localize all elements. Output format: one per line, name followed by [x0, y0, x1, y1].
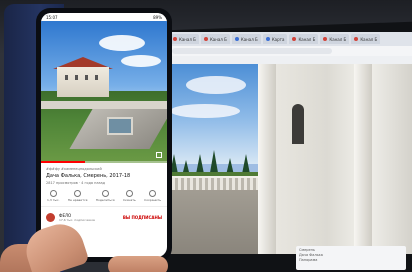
phone-screen: 15:07 89% #ф#фу #каменецподольский Дача … [41, 13, 167, 257]
browser-tab[interactable]: Канал Б [351, 34, 381, 44]
pond [107, 117, 133, 135]
tab-favicon-icon [354, 37, 359, 41]
browser-tab[interactable]: Канал Б [200, 34, 230, 44]
browser-tab[interactable]: Канал Б [170, 34, 199, 44]
cloud [170, 104, 240, 118]
video-title: Дача Фалька, Смерень, 2017-18 [46, 173, 131, 179]
status-bar: 15:07 89% [41, 13, 167, 21]
like-button[interactable]: 1,3 тыс. [47, 190, 59, 202]
channel-avatar[interactable] [46, 213, 55, 222]
video-progress-bar[interactable] [41, 161, 167, 163]
castle-window [95, 75, 98, 80]
tab-favicon-icon [323, 37, 328, 41]
thumbs-down-icon [74, 190, 82, 197]
video-actions: 1,3 тыс. Не нравится Поделиться Скачать … [41, 185, 167, 202]
castle [57, 67, 109, 97]
fullscreen-icon[interactable] [156, 152, 162, 158]
browser-tab[interactable]: Карта [262, 34, 288, 44]
channel-row: ФЕЛО 17,6 тыс. подписчиков ВЫ ПОДПИСАНЫ [41, 206, 167, 222]
panorama-view[interactable] [166, 64, 412, 254]
hand-finger [108, 256, 168, 272]
status-time: 15:07 [46, 14, 58, 20]
photo-scene: Канал Б Канал Б Канал Б Карта Канал Б Ка… [0, 0, 412, 272]
download-icon [125, 190, 133, 197]
tab-favicon-icon [292, 37, 297, 41]
subscribe-button[interactable]: ВЫ ПОДПИСАНЫ [123, 215, 162, 220]
channel-subscribers: 17,6 тыс. подписчиков [59, 218, 95, 222]
building-column [354, 64, 372, 254]
castle-window [75, 75, 78, 80]
cloud [121, 55, 161, 67]
share-icon [101, 190, 109, 197]
channel-info: ФЕЛО 17,6 тыс. подписчиков [59, 213, 119, 222]
arched-window [292, 104, 304, 144]
video-player[interactable] [41, 21, 167, 163]
cloud [186, 76, 246, 94]
white-building [258, 64, 412, 254]
tab-favicon-icon [234, 37, 239, 41]
map-info-panel: Смерень Дача Фалька Панорама [296, 246, 406, 270]
bookmarks-bar [166, 56, 412, 64]
browser-tab[interactable]: Канал Б [231, 34, 261, 44]
castle-window [85, 75, 88, 80]
address-field[interactable] [172, 48, 332, 54]
thumbs-up-icon [49, 190, 57, 197]
save-button[interactable]: Сохранить [144, 190, 161, 202]
tab-favicon-icon [203, 37, 208, 41]
video-hashtags[interactable]: #ф#фу #каменецподольский [46, 167, 162, 171]
video-progress-fill [41, 161, 86, 163]
save-icon [149, 190, 157, 197]
download-button[interactable]: Скачать [123, 190, 136, 202]
video-meta: #ф#фу #каменецподольский Дача Фалька, См… [41, 163, 167, 185]
dislike-button[interactable]: Не нравится [68, 190, 87, 202]
browser-tab[interactable]: Канал Б [289, 34, 319, 44]
tab-favicon-icon [173, 37, 177, 41]
info-line: Панорама [299, 258, 318, 262]
browser-url-bar[interactable] [166, 46, 412, 56]
battery-indicator: 89% [153, 14, 162, 20]
browser-tab[interactable]: Канал Б [320, 34, 350, 44]
share-button[interactable]: Поделиться [96, 190, 115, 202]
tab-favicon-icon [265, 37, 270, 41]
building-column [258, 64, 276, 254]
browser-tab-bar: Канал Б Канал Б Канал Б Карта Канал Б Ка… [166, 32, 412, 46]
cloud [99, 35, 145, 51]
garden-wall [41, 101, 167, 109]
castle-window [65, 75, 68, 80]
